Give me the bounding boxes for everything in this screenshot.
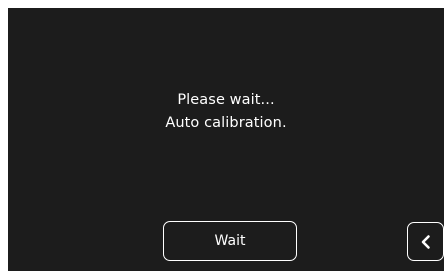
back-button[interactable] xyxy=(407,222,444,261)
status-line-auto-calibration: Auto calibration. xyxy=(165,115,287,131)
device-screen: Please wait... Auto calibration. Wait xyxy=(8,8,444,271)
wait-button-label: Wait xyxy=(214,233,246,249)
wait-button[interactable]: Wait xyxy=(163,221,297,261)
chevron-left-icon xyxy=(420,234,432,250)
status-line-please-wait: Please wait... xyxy=(177,92,275,108)
status-message: Please wait... Auto calibration. xyxy=(8,89,444,135)
